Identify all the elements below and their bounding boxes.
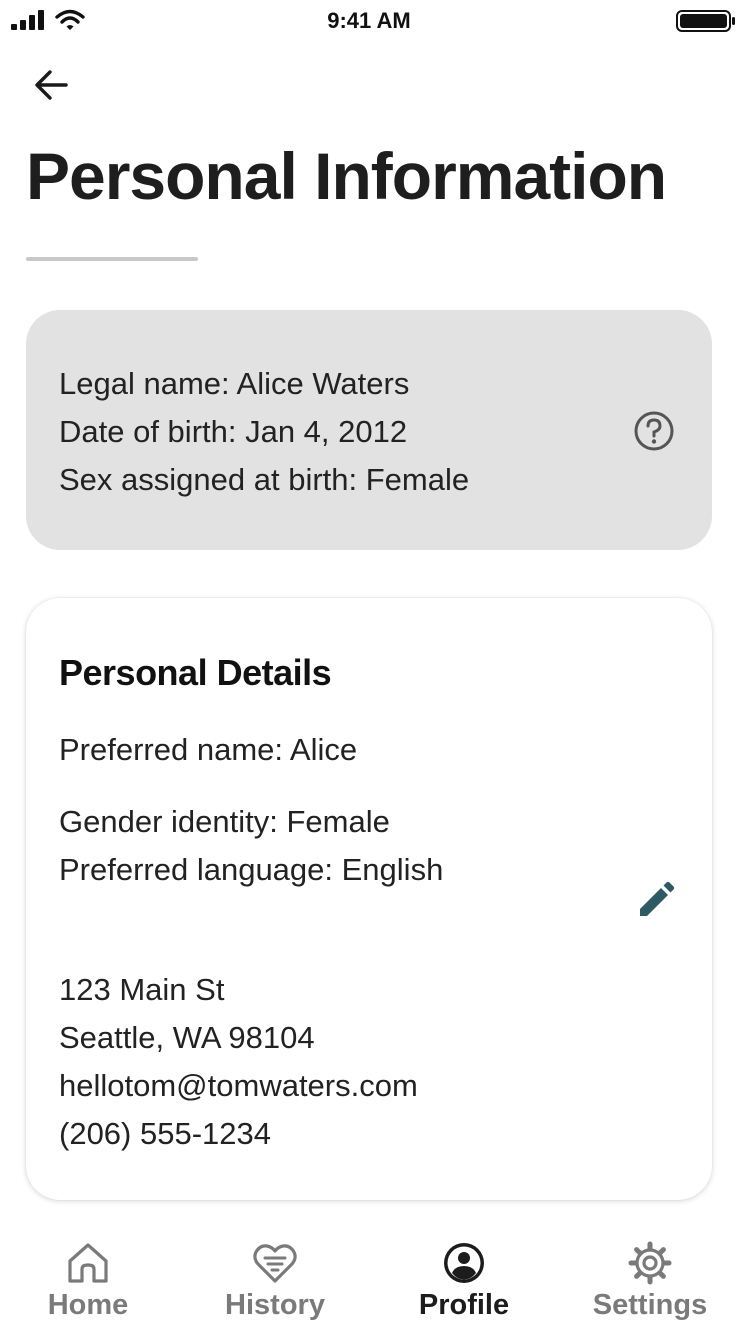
phone: (206) 555-1234 [59, 1116, 271, 1151]
identity-block: Gender identity: Female Preferred langua… [59, 798, 443, 894]
legal-info-lines: Legal name: Alice Waters Date of birth: … [59, 360, 469, 504]
user-circle-icon [444, 1243, 484, 1283]
preferred-name: Preferred name: Alice [59, 732, 358, 767]
nav-label-settings: Settings [592, 1289, 708, 1321]
preferred-language: Preferred language: English [59, 852, 444, 887]
gender-identity: Gender identity: Female [59, 804, 390, 839]
nav-item-home[interactable]: Home [3, 1228, 173, 1328]
nav-item-profile[interactable]: Profile [379, 1228, 549, 1328]
question-circle-icon[interactable] [632, 409, 676, 453]
email: hellotom@tomwaters.com [59, 1068, 418, 1103]
personal-details-title: Personal Details [59, 652, 332, 693]
address-line2: Seattle, WA 98104 [59, 1020, 315, 1055]
nav-label-history: History [225, 1289, 325, 1321]
sex-assigned-at-birth: Sex assigned at birth: Female [59, 462, 470, 497]
heart-list-icon [253, 1244, 297, 1283]
nav-item-history[interactable]: History [190, 1228, 360, 1328]
pencil-icon[interactable] [634, 878, 678, 922]
gear-icon [628, 1241, 672, 1285]
address-line1: 123 Main St [59, 972, 225, 1007]
nav-item-settings[interactable]: Settings [565, 1228, 735, 1328]
personal-details-card: Personal Details Preferred name: Alice G… [26, 598, 712, 1200]
bottom-nav: Home History Profile Settings [0, 1228, 738, 1330]
status-bar: 9:41 AM [0, 0, 738, 40]
battery-icon [676, 10, 735, 32]
nav-label-profile: Profile [418, 1289, 510, 1321]
page-title: Personal Information [26, 139, 667, 213]
preferred-name-block: Preferred name: Alice [59, 726, 357, 774]
contact-block: 123 Main St Seattle, WA 98104 hellotom@t… [59, 966, 418, 1158]
nav-label-home: Home [47, 1289, 129, 1321]
legal-name: Legal name: Alice Waters [59, 366, 410, 401]
title-divider [26, 257, 198, 261]
status-time: 9:41 AM [327, 8, 411, 33]
back-button[interactable] [26, 60, 76, 110]
home-icon [68, 1243, 108, 1283]
arrow-left-icon [35, 70, 68, 100]
legal-info-card: Legal name: Alice Waters Date of birth: … [26, 310, 712, 550]
date-of-birth: Date of birth: Jan 4, 2012 [59, 414, 408, 449]
